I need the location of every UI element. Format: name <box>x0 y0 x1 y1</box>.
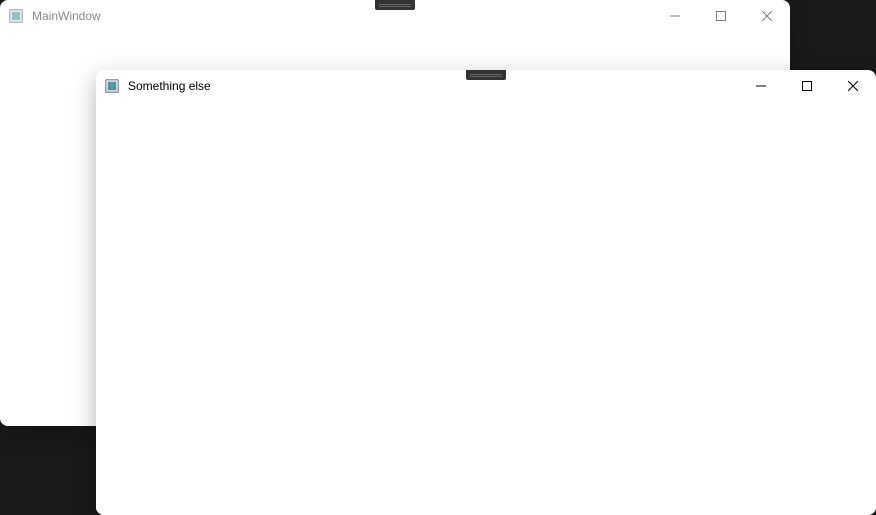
maximize-button[interactable] <box>698 0 744 32</box>
close-button[interactable] <box>744 0 790 32</box>
titlebar[interactable]: Something else <box>96 70 876 102</box>
titlebar-left: Something else <box>104 78 211 94</box>
minimize-button[interactable] <box>738 70 784 102</box>
titlebar[interactable]: MainWindow <box>0 0 790 32</box>
window-controls <box>652 0 790 32</box>
something-else-window[interactable]: Something else <box>96 70 876 515</box>
app-icon <box>8 8 24 24</box>
app-icon <box>104 78 120 94</box>
maximize-button[interactable] <box>784 70 830 102</box>
close-button[interactable] <box>830 70 876 102</box>
window-controls <box>738 70 876 102</box>
titlebar-left: MainWindow <box>8 8 101 24</box>
minimize-button[interactable] <box>652 0 698 32</box>
window-client-area <box>96 102 876 515</box>
window-title: MainWindow <box>32 9 101 23</box>
window-title: Something else <box>128 79 211 93</box>
